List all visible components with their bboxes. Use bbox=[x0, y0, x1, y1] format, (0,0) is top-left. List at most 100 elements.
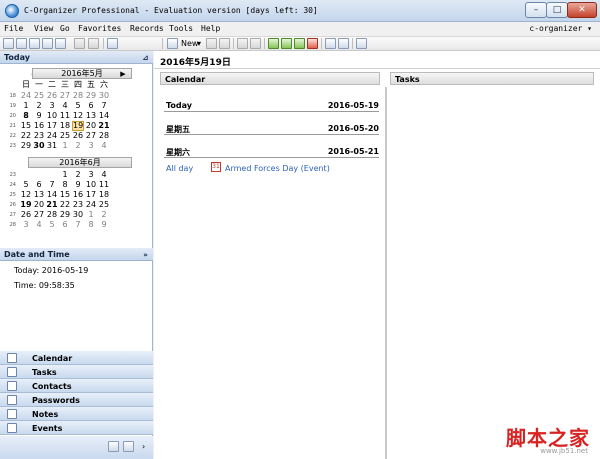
search-icon[interactable] bbox=[74, 38, 85, 49]
add-reminder-icon[interactable] bbox=[307, 38, 318, 49]
calendar-day[interactable]: 7 bbox=[72, 220, 84, 230]
week-view-icon[interactable] bbox=[29, 38, 40, 49]
calendar-day[interactable]: 26 bbox=[46, 91, 58, 101]
calendar-day[interactable]: 8 bbox=[85, 220, 97, 230]
calendar-day[interactable]: 4 bbox=[59, 101, 71, 111]
add-task-icon[interactable] bbox=[281, 38, 292, 49]
calendar-day[interactable]: 20 bbox=[85, 121, 97, 131]
calendar-day[interactable]: 2 bbox=[98, 210, 110, 220]
calendar-day[interactable]: 28 bbox=[72, 91, 84, 101]
print-icon[interactable] bbox=[88, 38, 99, 49]
edit-icon[interactable] bbox=[206, 38, 217, 49]
menu-file[interactable]: File bbox=[4, 24, 23, 33]
delete-icon[interactable] bbox=[219, 38, 230, 49]
calendar-day[interactable]: 23 bbox=[72, 200, 84, 210]
month-header[interactable]: 2016年5月 bbox=[32, 68, 132, 79]
menu-tools[interactable]: Tools bbox=[169, 24, 193, 33]
calendar-day[interactable]: 4 bbox=[98, 141, 110, 151]
calendar-day[interactable]: 12 bbox=[72, 111, 84, 121]
calendar-view-icon[interactable] bbox=[16, 38, 27, 49]
menu-help[interactable]: Help bbox=[201, 24, 220, 33]
calendar-day[interactable]: 27 bbox=[33, 210, 45, 220]
calendar-day[interactable]: 31 bbox=[46, 141, 58, 151]
calendar-day[interactable]: 25 bbox=[33, 91, 45, 101]
menu-favorites[interactable]: Favorites bbox=[78, 24, 121, 33]
calendar-day[interactable]: 3 bbox=[85, 170, 97, 180]
new-button-label[interactable]: New bbox=[181, 39, 198, 48]
add-event-icon[interactable] bbox=[268, 38, 279, 49]
minimize-button[interactable]: – bbox=[525, 2, 547, 18]
calendar-day[interactable]: 21 bbox=[98, 121, 110, 131]
refresh-icon[interactable] bbox=[325, 38, 336, 49]
calendar-day[interactable]: 20 bbox=[33, 200, 45, 210]
calendar-day[interactable]: 10 bbox=[46, 111, 58, 121]
calendar-day[interactable]: 14 bbox=[46, 190, 58, 200]
calendar-day[interactable]: 28 bbox=[46, 210, 58, 220]
calendar-day[interactable]: 19 bbox=[20, 200, 32, 210]
day-row[interactable]: 星期六 2016-05-21 bbox=[164, 146, 379, 158]
calendar-day[interactable]: 9 bbox=[33, 111, 45, 121]
nav-more-chevron-icon[interactable]: › bbox=[142, 442, 145, 451]
calendar-day-today[interactable]: 19 bbox=[72, 121, 84, 131]
calendar-day[interactable]: 15 bbox=[59, 190, 71, 200]
calendar-day[interactable]: 11 bbox=[98, 180, 110, 190]
calendar-day[interactable]: 25 bbox=[98, 200, 110, 210]
day-row[interactable]: 星期五 2016-05-20 bbox=[164, 123, 379, 135]
month-header[interactable]: 2016年6月 bbox=[28, 157, 132, 168]
calendar-day[interactable]: 2 bbox=[33, 101, 45, 111]
calendar-day[interactable]: 17 bbox=[46, 121, 58, 131]
calendar-day[interactable]: 6 bbox=[33, 180, 45, 190]
nav-events[interactable]: Events bbox=[0, 421, 153, 435]
calendar-day[interactable]: 5 bbox=[20, 180, 32, 190]
calendar-day[interactable]: 7 bbox=[46, 180, 58, 190]
settings-icon[interactable] bbox=[338, 38, 349, 49]
configure-nav-icon[interactable] bbox=[108, 441, 119, 452]
calendar-day[interactable]: 8 bbox=[20, 111, 32, 121]
calendar-day[interactable]: 26 bbox=[20, 210, 32, 220]
calendar-day[interactable]: 4 bbox=[98, 170, 110, 180]
pin-icon[interactable]: ⊿ bbox=[141, 53, 150, 62]
nav-contacts[interactable]: Contacts bbox=[0, 379, 153, 393]
cut-icon[interactable] bbox=[237, 38, 248, 49]
calendar-day[interactable]: 7 bbox=[98, 101, 110, 111]
calendar-day[interactable]: 9 bbox=[72, 180, 84, 190]
calendar-day[interactable]: 22 bbox=[59, 200, 71, 210]
calendar-day[interactable]: 13 bbox=[85, 111, 97, 121]
calendar-day[interactable]: 22 bbox=[20, 131, 32, 141]
calendar-day[interactable]: 15 bbox=[20, 121, 32, 131]
calendar-day[interactable]: 11 bbox=[59, 111, 71, 121]
calendar-day[interactable]: 2 bbox=[72, 141, 84, 151]
calendar-day[interactable]: 12 bbox=[20, 190, 32, 200]
calendar-day[interactable]: 18 bbox=[98, 190, 110, 200]
today-view-icon[interactable] bbox=[3, 38, 14, 49]
collapse-chevron-icon[interactable]: » bbox=[141, 250, 150, 259]
calendar-day[interactable]: 1 bbox=[59, 170, 71, 180]
calendar-day[interactable]: 25 bbox=[59, 131, 71, 141]
calendar-day[interactable]: 27 bbox=[85, 131, 97, 141]
calendar-day[interactable]: 5 bbox=[72, 101, 84, 111]
calendar-day[interactable]: 4 bbox=[33, 220, 45, 230]
calendar-day[interactable]: 2 bbox=[72, 170, 84, 180]
calendar-day[interactable]: 1 bbox=[59, 141, 71, 151]
brand-menu[interactable]: c-organizer ▾ bbox=[529, 24, 592, 33]
calendar-day[interactable]: 26 bbox=[72, 131, 84, 141]
calendar-day[interactable]: 6 bbox=[59, 220, 71, 230]
close-button[interactable]: ✕ bbox=[567, 2, 597, 18]
calendar-day[interactable]: 30 bbox=[72, 210, 84, 220]
next-month-arrow-icon[interactable]: ▶ bbox=[119, 69, 127, 80]
new-dropdown-chevron-icon[interactable]: ▾ bbox=[197, 39, 201, 48]
nav-tasks[interactable]: Tasks bbox=[0, 365, 153, 379]
calendar-day[interactable]: 14 bbox=[98, 111, 110, 121]
maximize-button[interactable]: □ bbox=[546, 2, 568, 18]
calendar-day[interactable]: 23 bbox=[33, 131, 45, 141]
calendar-day[interactable]: 3 bbox=[46, 101, 58, 111]
nav-calendar[interactable]: Calendar bbox=[0, 351, 153, 365]
calendar-day[interactable]: 28 bbox=[98, 131, 110, 141]
calendar-day[interactable]: 24 bbox=[85, 200, 97, 210]
add-note-icon[interactable] bbox=[294, 38, 305, 49]
calendar-day[interactable]: 10 bbox=[85, 180, 97, 190]
nav-passwords[interactable]: Passwords bbox=[0, 393, 153, 407]
menu-view[interactable]: View bbox=[34, 24, 53, 33]
nav-notes[interactable]: Notes bbox=[0, 407, 153, 421]
menu-records[interactable]: Records bbox=[130, 24, 164, 33]
